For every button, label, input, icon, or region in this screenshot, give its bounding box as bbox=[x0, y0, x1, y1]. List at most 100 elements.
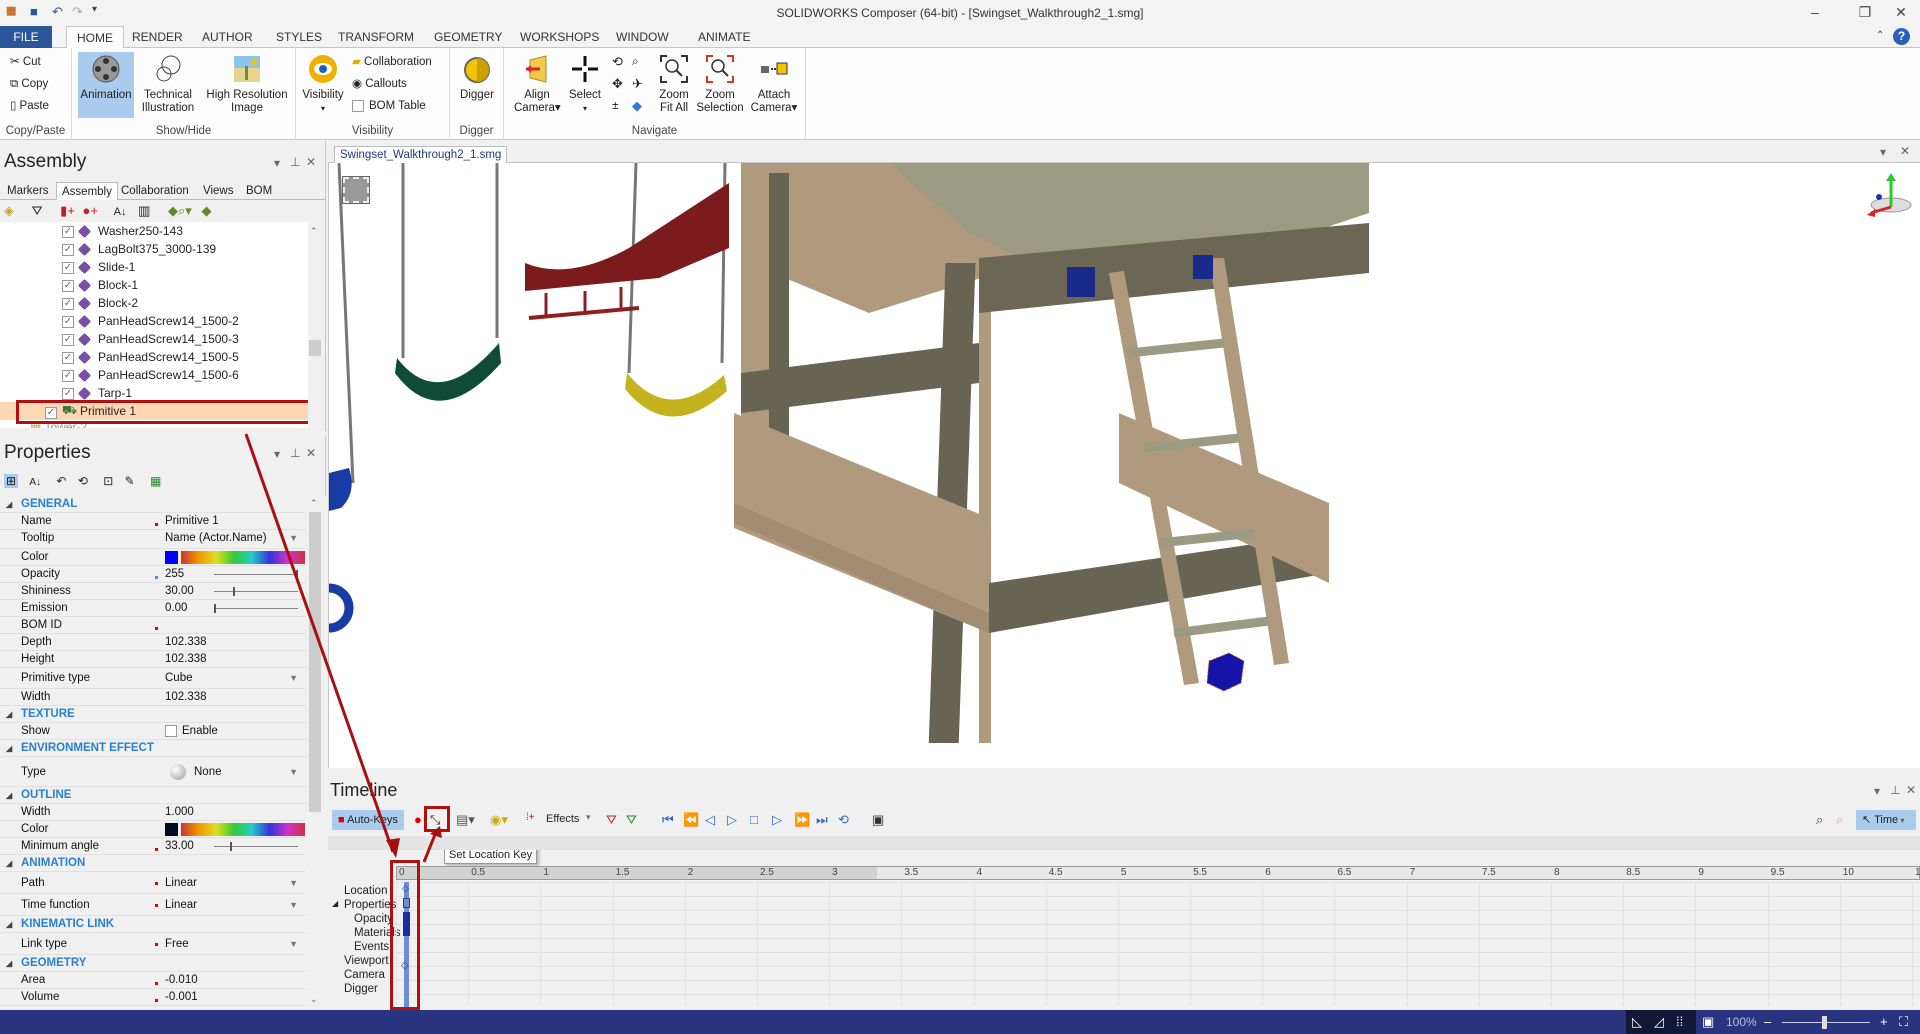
tab-render[interactable]: RENDER bbox=[122, 26, 193, 48]
actor-options-icon[interactable]: ◆ bbox=[201, 203, 211, 218]
bom-table-toggle[interactable]: BOM Table bbox=[352, 96, 426, 116]
tree-item[interactable]: ✓ Slide-1 bbox=[0, 258, 310, 276]
subtab-bom[interactable]: BOM bbox=[241, 182, 277, 200]
effects-dropdown-icon[interactable]: ▾ bbox=[586, 812, 591, 823]
pin-icon[interactable]: ⊥ bbox=[290, 446, 300, 460]
prop-tooltip[interactable]: Tooltip Name (Actor.Name) ▼ bbox=[0, 530, 306, 549]
prop-minimum-angle[interactable]: Minimum angle 33.00 bbox=[0, 838, 306, 855]
bom-table-checkbox[interactable] bbox=[352, 99, 364, 112]
walk-icon[interactable]: ◆ bbox=[632, 98, 642, 114]
eyedropper-icon[interactable]: ✎ bbox=[125, 474, 135, 488]
enable-checkbox[interactable] bbox=[165, 724, 177, 737]
restore-button[interactable]: ❐ bbox=[1850, 4, 1880, 21]
tab-styles[interactable]: STYLES bbox=[266, 26, 332, 48]
add-actor-icon[interactable]: ●+ bbox=[83, 203, 98, 218]
prop-color[interactable]: Color bbox=[0, 549, 306, 566]
animation-mode-icon[interactable] bbox=[342, 176, 370, 204]
camera-icon[interactable]: ▣ bbox=[872, 812, 884, 828]
effects-button[interactable]: Effects bbox=[546, 813, 579, 825]
color-palette[interactable] bbox=[181, 551, 305, 564]
prop-height[interactable]: Height 102.338 bbox=[0, 651, 306, 668]
reset-default-icon[interactable]: ↶ bbox=[56, 474, 66, 488]
tree-item[interactable]: ✓ PanHeadScrew14_1500-6 bbox=[0, 366, 310, 384]
visibility-checkbox[interactable]: ✓ bbox=[62, 351, 74, 364]
digger-button[interactable]: Digger bbox=[454, 52, 500, 102]
tree-scrollbar[interactable]: ⌃ bbox=[308, 222, 322, 428]
panel-menu-icon[interactable]: ▾ bbox=[1874, 784, 1880, 798]
panel-close-icon[interactable]: ✕ bbox=[306, 155, 316, 169]
track-properties[interactable]: Properties bbox=[344, 899, 396, 911]
zoom-in-button[interactable]: + bbox=[1880, 1014, 1888, 1029]
collapse-ribbon-icon[interactable]: ⌃ bbox=[1876, 30, 1884, 41]
subtab-collaboration[interactable]: Collaboration bbox=[116, 182, 194, 200]
columns-icon[interactable]: ▥ bbox=[138, 203, 150, 218]
prop-primitive-type[interactable]: Primitive type Cube ▼ bbox=[0, 668, 306, 689]
pin-icon[interactable]: ⊥ bbox=[1890, 783, 1900, 797]
tree-item[interactable]: ✓ PanHeadScrew14_1500-3 bbox=[0, 330, 310, 348]
prop-outline-width[interactable]: Width 1.000 bbox=[0, 804, 306, 821]
close-button[interactable]: ✕ bbox=[1886, 4, 1916, 21]
fit-all-icon[interactable]: ⛶ bbox=[1899, 1014, 1908, 1030]
prop-width[interactable]: Width 102.338 bbox=[0, 689, 306, 706]
zoom-selection-button[interactable]: Zoom Selection bbox=[696, 52, 744, 115]
prop-volume[interactable]: Volume -0.001 bbox=[0, 989, 306, 1006]
time-mode-button[interactable]: ↖ Time ▾ bbox=[1856, 810, 1916, 830]
tree-item[interactable]: ✓ Block-1 bbox=[0, 276, 310, 294]
rotate-icon[interactable]: ⟲ bbox=[612, 54, 623, 70]
section-outline[interactable]: ◢ OUTLINE bbox=[0, 787, 306, 804]
prop-env-type[interactable]: Type None ▼ bbox=[0, 757, 306, 787]
stop-icon[interactable]: □ bbox=[750, 812, 758, 827]
tab-file[interactable]: FILE bbox=[0, 26, 52, 48]
tree-item[interactable]: ✓ PanHeadScrew14_1500-2 bbox=[0, 312, 310, 330]
paste-button[interactable]: ▯ Paste bbox=[10, 96, 49, 116]
next-key-icon[interactable]: ⏩ bbox=[794, 812, 810, 828]
previous-frame-icon[interactable]: ◁ bbox=[705, 812, 715, 828]
section-kinematic-link[interactable]: ◢ KINEMATIC LINK bbox=[0, 916, 306, 933]
prop-opacity[interactable]: Opacity 255 bbox=[0, 566, 306, 583]
perspective-icon[interactable]: ◿ bbox=[1654, 1014, 1664, 1030]
track-viewport[interactable]: Viewport bbox=[344, 955, 389, 967]
pin-icon[interactable]: ⊥ bbox=[290, 155, 300, 169]
track-camera[interactable]: Camera bbox=[344, 969, 385, 981]
add-property-icon[interactable]: ▦ bbox=[150, 474, 161, 488]
prop-texture-show[interactable]: Show Enable bbox=[0, 723, 306, 740]
set-key-icon[interactable]: ● bbox=[414, 812, 422, 827]
panel-close-icon[interactable]: ✕ bbox=[306, 446, 316, 460]
copy-button[interactable]: ⧉ Copy bbox=[10, 74, 48, 94]
measure-icon[interactable]: ◺ bbox=[1632, 1014, 1642, 1030]
color-swatch[interactable] bbox=[165, 823, 178, 836]
section-geometry[interactable]: ◢ GEOMETRY bbox=[0, 955, 306, 972]
zoom-area-icon[interactable]: ⌕ bbox=[632, 54, 639, 69]
high-resolution-image-button[interactable]: High Resolution Image bbox=[202, 52, 292, 115]
scrollbar-thumb[interactable] bbox=[309, 340, 321, 356]
prop-shininess[interactable]: Shininess 30.00 bbox=[0, 583, 306, 600]
zoom-out-button[interactable]: – bbox=[1764, 1014, 1771, 1029]
min-angle-slider[interactable] bbox=[214, 842, 298, 851]
emission-slider[interactable] bbox=[214, 604, 298, 613]
visibility-checkbox[interactable]: ✓ bbox=[62, 387, 74, 400]
visibility-button[interactable]: Visibility ▾ bbox=[300, 52, 346, 115]
sort-az-icon[interactable]: A↓ bbox=[29, 477, 41, 488]
track-location[interactable]: Location bbox=[344, 885, 387, 897]
subtab-views[interactable]: Views bbox=[198, 182, 238, 200]
next-frame-icon[interactable]: ▷ bbox=[772, 812, 782, 828]
align-camera-button[interactable]: Align Camera▾ bbox=[514, 52, 561, 115]
previous-key-icon[interactable]: ⏪ bbox=[683, 812, 699, 828]
fly-icon[interactable]: ✈ bbox=[632, 76, 643, 92]
prop-area[interactable]: Area -0.010 bbox=[0, 972, 306, 989]
tab-home[interactable]: HOME bbox=[66, 26, 124, 49]
prop-link-type[interactable]: Link type Free ▼ bbox=[0, 933, 306, 955]
zoom-icon[interactable]: ± bbox=[612, 98, 619, 112]
attach-camera-button[interactable]: Attach Camera▾ bbox=[748, 52, 800, 115]
track-opacity[interactable]: Opacity bbox=[354, 913, 393, 925]
visibility-checkbox[interactable]: ✓ bbox=[62, 261, 74, 274]
visibility-checkbox[interactable]: ✓ bbox=[62, 297, 74, 310]
zoom-fit-all-button[interactable]: Zoom Fit All bbox=[654, 52, 694, 115]
pan-icon[interactable]: ✥ bbox=[612, 76, 623, 92]
time-ruler[interactable]: 0 0.5 1 1.5 2 2.5 3 3.5 4 4.5 5 5.5 6 6.5 7 7.5 8 8.5 9 9.5… bbox=[396, 866, 1920, 880]
callouts-toggle[interactable]: ◉ Callouts bbox=[352, 74, 407, 94]
prop-emission[interactable]: Emission 0.00 bbox=[0, 600, 306, 617]
filter-icon[interactable]: ⛛ bbox=[32, 203, 43, 218]
help-icon[interactable]: ? bbox=[1893, 28, 1910, 45]
prop-outline-color[interactable]: Color bbox=[0, 821, 306, 838]
